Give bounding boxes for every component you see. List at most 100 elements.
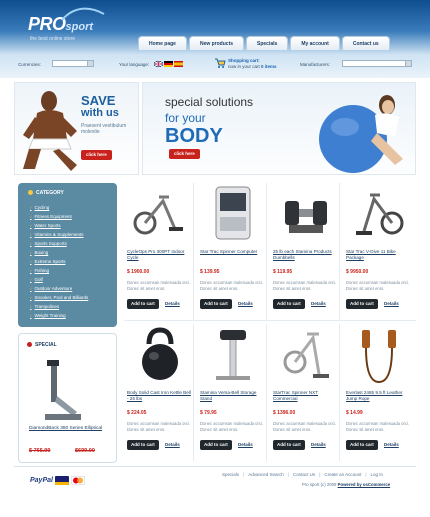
product-name[interactable]: Body Solid Cast Iron Kettle Bell - 25 lb… — [127, 390, 193, 402]
footer-link-search[interactable]: Advanced Search — [248, 472, 284, 477]
nav-new-products[interactable]: New products — [188, 36, 245, 50]
payment-logos: PayPal — [30, 476, 85, 485]
special-old-price: $ 765.99 — [29, 448, 51, 454]
product-name[interactable]: StarTrac Spinner NXT Commercial — [273, 390, 339, 402]
details-link[interactable]: Details — [311, 301, 326, 306]
special-product-name[interactable]: DiamondBack 360 Series Elliptical — [29, 426, 109, 432]
details-link[interactable]: Details — [165, 301, 180, 306]
category-item[interactable]: Fishing — [30, 266, 88, 275]
chevron-down-icon — [405, 61, 411, 66]
product-image-stand[interactable] — [202, 324, 264, 386]
currencies-select[interactable] — [52, 60, 94, 67]
category-item[interactable]: Outdoor Adventure — [30, 284, 88, 293]
banner-save[interactable]: SAVE with us Praesent vestibulum molestie… — [14, 82, 139, 175]
category-item[interactable]: Boxing — [30, 248, 88, 257]
fitness-ball-image — [319, 95, 403, 173]
details-link[interactable]: Details — [384, 442, 399, 447]
product-desc: Donec accumsan malesuada orci. Donec sit… — [127, 280, 191, 291]
toolbar: Currencies: Your language: Shopping cart… — [14, 56, 416, 74]
product-image-bike[interactable] — [129, 183, 191, 245]
product-desc: Donec accumsan malesuada orci. Donec sit… — [273, 421, 337, 432]
category-item[interactable]: Snooker, Pool and Billiards — [30, 293, 89, 302]
footer-link-contact[interactable]: Contact Us — [293, 472, 315, 477]
product-price: $ 224.05 — [127, 410, 147, 416]
main-nav: Home page New products Specials My accou… — [138, 36, 390, 50]
category-item[interactable]: Weight Training — [30, 311, 88, 320]
details-link[interactable]: Details — [384, 301, 399, 306]
powered-link[interactable]: Powered by osCommerce — [338, 482, 391, 487]
category-item[interactable]: Fitness Equipment — [30, 212, 88, 221]
product-price: $ 1396.00 — [273, 410, 296, 416]
add-to-cart-button[interactable]: Add to cart — [127, 440, 159, 450]
special-new-price: $699.00 — [75, 448, 95, 454]
product-image-bike[interactable] — [348, 183, 410, 245]
flag-de-icon[interactable] — [164, 61, 173, 67]
flag-es-icon[interactable] — [174, 61, 183, 67]
product-name[interactable]: CycleOps Pro 300PT Indoor Cycle — [127, 249, 193, 261]
category-item[interactable]: Trampolines — [30, 302, 88, 311]
cart-summary[interactable]: Shopping cart: now in your cart 0 items — [228, 58, 277, 70]
language-flags — [154, 61, 183, 67]
separator: | — [287, 472, 289, 477]
category-item[interactable]: Sports Supports — [30, 239, 88, 248]
shopping-cart-icon[interactable] — [214, 57, 226, 69]
add-to-cart-button[interactable]: Add to cart — [346, 299, 378, 309]
product-name[interactable]: Star Trac V-Dive 11 Bike Package — [346, 249, 412, 261]
footer-link-specials[interactable]: Specials — [222, 472, 239, 477]
add-to-cart-button[interactable]: Add to cart — [273, 299, 305, 309]
add-to-cart-button[interactable]: Add to cart — [200, 299, 232, 309]
tagline: the best online store — [30, 36, 76, 42]
product-price: $ 139.95 — [200, 269, 220, 275]
banner-save-button[interactable]: click here — [81, 150, 112, 160]
nav-home[interactable]: Home page — [138, 36, 187, 50]
product-desc: Donec accumsan malesuada orci. Donec sit… — [200, 421, 264, 432]
product-image-dumbbells[interactable] — [275, 183, 337, 245]
product-name[interactable]: 25 lb each Stamina Products Dumbbells — [273, 249, 339, 261]
category-item[interactable]: Golf — [30, 275, 88, 284]
add-to-cart-button[interactable]: Add to cart — [273, 440, 305, 450]
product-name[interactable]: Star Trac Spinner Computer — [200, 249, 266, 255]
separator: | — [243, 472, 245, 477]
product-card: StarTrac Spinner NXT Commercial $ 1396.0… — [270, 324, 340, 461]
bullet-icon — [28, 190, 33, 196]
details-link[interactable]: Details — [311, 442, 326, 447]
banner-body-line2: for your — [165, 111, 206, 125]
add-to-cart-button[interactable]: Add to cart — [200, 440, 232, 450]
product-card: CycleOps Pro 300PT Indoor Cycle $ 1900.0… — [124, 183, 194, 320]
category-item[interactable]: Extreme Sports — [30, 257, 88, 266]
product-card: Everlast 2465 9.5 ft Leather Jump Rope $… — [343, 324, 413, 461]
nav-specials[interactable]: Specials — [246, 36, 289, 50]
nav-my-account[interactable]: My account — [290, 36, 340, 50]
product-image-jump-rope[interactable] — [348, 324, 410, 386]
details-link[interactable]: Details — [165, 442, 180, 447]
copyright-text: Pro sport (c) 2009 — [302, 482, 337, 487]
header: PROsport the best online store Home page… — [0, 0, 430, 78]
details-link[interactable]: Details — [238, 442, 253, 447]
chevron-down-icon — [87, 61, 93, 66]
product-image-spinner[interactable] — [275, 324, 337, 386]
category-item[interactable]: Cycling — [30, 203, 88, 212]
category-item[interactable]: Vitamins & Supplements — [30, 230, 88, 239]
visa-icon — [54, 476, 69, 485]
footer-link-login[interactable]: Log In — [371, 472, 384, 477]
category-title-text: CATEGORY — [36, 190, 64, 196]
nav-contact[interactable]: Contact us — [341, 36, 390, 50]
save-line1: SAVE — [81, 93, 116, 108]
product-image-kettlebell[interactable] — [129, 324, 191, 386]
product-card: 25 lb each Stamina Products Dumbbells $ … — [270, 183, 340, 320]
flag-uk-icon[interactable] — [154, 61, 163, 67]
category-item[interactable]: Water Sports — [30, 221, 88, 230]
details-link[interactable]: Details — [238, 301, 253, 306]
product-name[interactable]: Everlast 2465 9.5 ft Leather Jump Rope — [346, 390, 412, 402]
manufacturers-select[interactable] — [342, 60, 412, 67]
footer-links: Specials | Advanced Search | Contact Us | C… — [222, 472, 383, 477]
banner-body[interactable]: special solutions for your BODY click he… — [142, 82, 416, 175]
product-desc: Donec accumsan malesuada orci. Donec sit… — [346, 421, 410, 432]
banner-body-button[interactable]: click here — [169, 149, 200, 159]
product-name[interactable]: Stamina Versa-Bell Storage Stand — [200, 390, 266, 402]
footer-link-create-account[interactable]: Create an Account — [324, 472, 361, 477]
add-to-cart-button[interactable]: Add to cart — [127, 299, 159, 309]
product-image-computer[interactable] — [202, 183, 264, 245]
add-to-cart-button[interactable]: Add to cart — [346, 440, 378, 450]
product-price: $ 1900.00 — [127, 269, 150, 275]
